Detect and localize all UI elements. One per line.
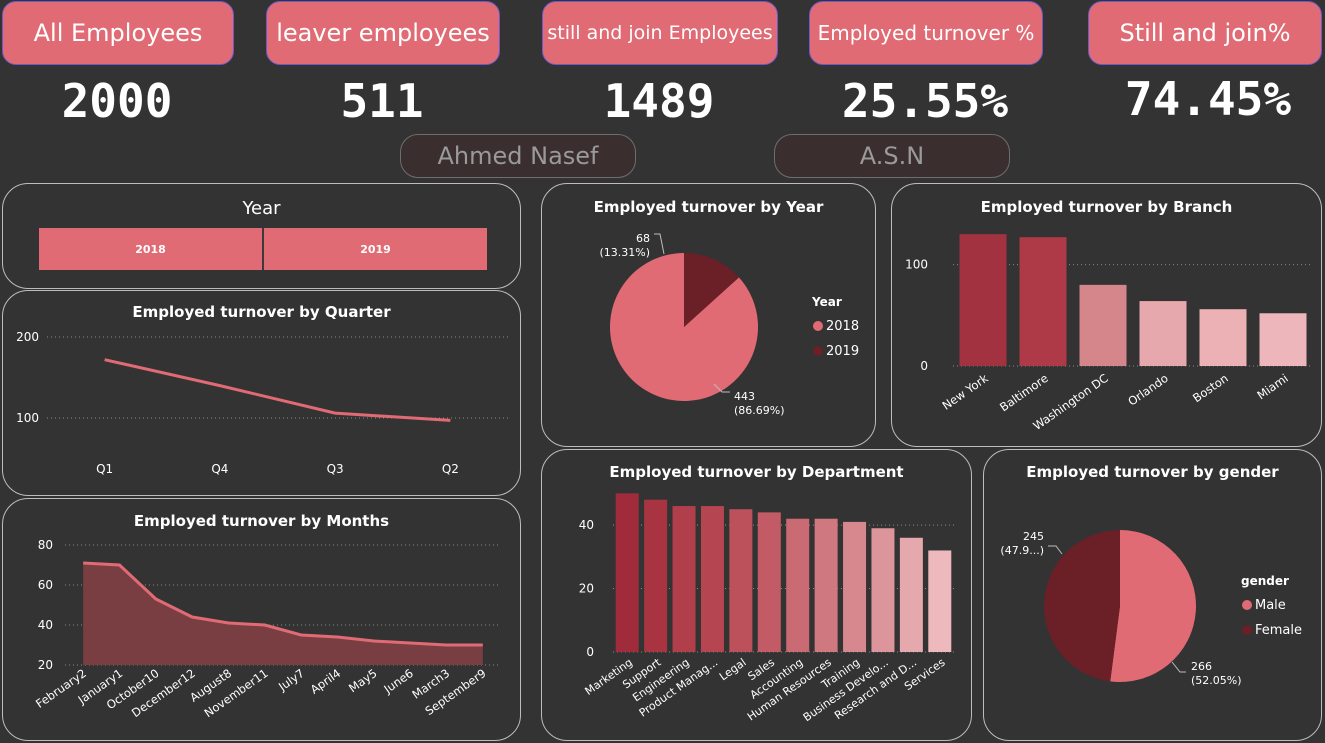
year-slicer-panel: Year 2018 2019 — [2, 183, 521, 289]
gender-pie-panel: Employed turnover by gender gender Male Fe… — [983, 449, 1322, 741]
gender-pie-chart: gender Male Female 245(47.9...) 266(52.05%) — [1000, 530, 1302, 687]
department-y-tick: 40 — [579, 518, 594, 532]
year-pie-chart: Year 2018 2019 68(13.31%) 443(86.69%) — [599, 232, 859, 417]
quarter-x-tick: Q1 — [96, 462, 113, 476]
quarter-y-tick: 100 — [16, 411, 39, 425]
months-x-tick: July7 — [275, 666, 307, 694]
department-chart: 40200MarketingSupportEngineeringProduct … — [579, 493, 954, 724]
year-pie-leader-line — [654, 233, 665, 255]
quarter-x-tick: Q3 — [327, 462, 344, 476]
department-bar — [871, 528, 895, 652]
gender-pie-slice-male — [1110, 530, 1196, 682]
year-pie-panel: Employed turnover by Year Year 2018 2019 68… — [541, 183, 876, 447]
department-bar — [814, 518, 838, 652]
gender-pie-legend-label: Female — [1255, 623, 1302, 638]
months-x-tick: February2 — [33, 666, 89, 711]
year-option-2018[interactable]: 2018 — [39, 228, 262, 270]
department-bar — [757, 512, 781, 652]
months-y-tick: 40 — [38, 618, 53, 632]
branch-chart-panel: Employed turnover by Branch 100 0 New York… — [891, 183, 1322, 447]
gender-pie-data-label-value: 245 — [1023, 530, 1044, 543]
year-pie-legend-label: 2018 — [826, 319, 859, 334]
gender-pie-leader-line — [1171, 661, 1186, 673]
months-area-fill — [83, 563, 483, 665]
kpi-leaver-employees-value: 511 — [340, 74, 424, 128]
department-x-tick: Legal — [717, 656, 749, 684]
gender-pie-leader-line — [1048, 545, 1063, 555]
months-x-tick: May5 — [346, 666, 380, 695]
branch-bar — [1079, 284, 1127, 366]
year-pie-legend-marker — [813, 346, 823, 356]
months-chart: 80604020February2January1October10Decemb… — [33, 538, 501, 720]
branch-bar — [1019, 237, 1067, 366]
quarter-chart-panel: Employed turnover by Quarter 200 100 Q1 Q4 Q… — [2, 290, 521, 496]
months-y-tick: 20 — [38, 658, 53, 672]
gender-pie-legend-title: gender — [1241, 574, 1289, 588]
branch-bar — [1139, 301, 1187, 366]
branch-x-tick: Miami — [1254, 371, 1290, 402]
months-y-tick: 80 — [38, 538, 53, 552]
kpi-leaver-employees-button[interactable]: leaver employees — [266, 1, 500, 65]
branch-bar — [1199, 309, 1247, 366]
quarter-y-tick: 200 — [16, 330, 39, 344]
author-initials-label: A.S.N — [774, 134, 1010, 178]
quarter-x-tick: Q4 — [211, 462, 228, 476]
branch-x-tick: Boston — [1190, 371, 1231, 405]
months-chart-panel: Employed turnover by Months 80 60 40 20 Febr… — [2, 498, 521, 741]
department-bar — [615, 493, 639, 652]
department-bar — [843, 521, 867, 652]
department-bar — [729, 509, 753, 652]
branch-x-tick: Baltimore — [997, 371, 1051, 414]
kpi-turnover-pct-button[interactable]: Employed turnover % — [809, 1, 1043, 65]
department-bar — [700, 506, 724, 652]
gender-pie-legend-label: Male — [1255, 598, 1286, 613]
gender-pie-slice-female — [1044, 530, 1120, 682]
kpi-all-employees-value: 2000 — [61, 74, 173, 128]
quarter-series-line — [104, 358, 451, 422]
department-bar — [672, 506, 696, 652]
gender-pie-legend-marker — [1242, 625, 1252, 635]
months-y-tick: 60 — [38, 578, 53, 592]
kpi-still-join-pct-value: 74.45% — [1124, 72, 1292, 126]
year-pie-legend-title: Year — [811, 295, 842, 309]
department-bar — [786, 518, 810, 652]
department-chart-panel: Employed turnover by Department 40 20 0 Mar… — [541, 449, 972, 741]
department-y-tick: 0 — [586, 645, 594, 659]
kpi-all-employees-button[interactable]: All Employees — [2, 1, 234, 65]
branch-x-tick: Orlando — [1125, 371, 1170, 409]
gender-pie-legend-marker — [1242, 600, 1252, 610]
branch-x-tick: New York — [940, 371, 991, 413]
author-name-label: Ahmed Nasef — [400, 134, 636, 178]
year-pie-data-label-value: 68 — [636, 232, 650, 245]
department-bar — [644, 499, 668, 652]
year-slicer-title: Year — [242, 198, 281, 219]
kpi-still-join-pct-button[interactable]: Still and join% — [1088, 1, 1322, 65]
department-y-tick: 20 — [579, 582, 594, 596]
branch-y-tick: 0 — [920, 359, 928, 373]
kpi-still-join-employees-button[interactable]: still and join Employees — [542, 1, 778, 65]
year-pie-legend-label: 2019 — [826, 344, 859, 359]
branch-chart: 1000New York BaltimoreWashington DC Orland… — [905, 234, 1313, 433]
gender-pie-data-label-pct: (47.9...) — [1000, 544, 1044, 557]
year-pie-data-label-value: 443 — [734, 390, 755, 403]
branch-bar — [959, 234, 1007, 366]
branch-bar — [1259, 313, 1307, 366]
year-option-2019[interactable]: 2019 — [264, 228, 487, 270]
gender-pie-data-label-value: 266 — [1191, 660, 1212, 673]
kpi-turnover-pct-value: 25.55% — [841, 74, 1009, 128]
kpi-still-join-employees-value: 1489 — [603, 74, 715, 128]
months-x-tick: April4 — [308, 666, 344, 697]
year-pie-data-label-pct: (86.69%) — [734, 404, 785, 417]
department-bar — [899, 537, 923, 652]
year-pie-data-label-pct: (13.31%) — [599, 246, 650, 259]
branch-y-tick: 100 — [905, 258, 928, 272]
year-pie-legend-marker — [813, 321, 823, 331]
year-slicer-divider — [262, 228, 264, 270]
gender-pie-data-label-pct: (52.05%) — [1191, 674, 1242, 687]
quarter-chart: 200 100 Q1 Q4 Q3 Q2 — [16, 330, 508, 476]
quarter-x-tick: Q2 — [442, 462, 459, 476]
department-bar — [928, 550, 952, 652]
